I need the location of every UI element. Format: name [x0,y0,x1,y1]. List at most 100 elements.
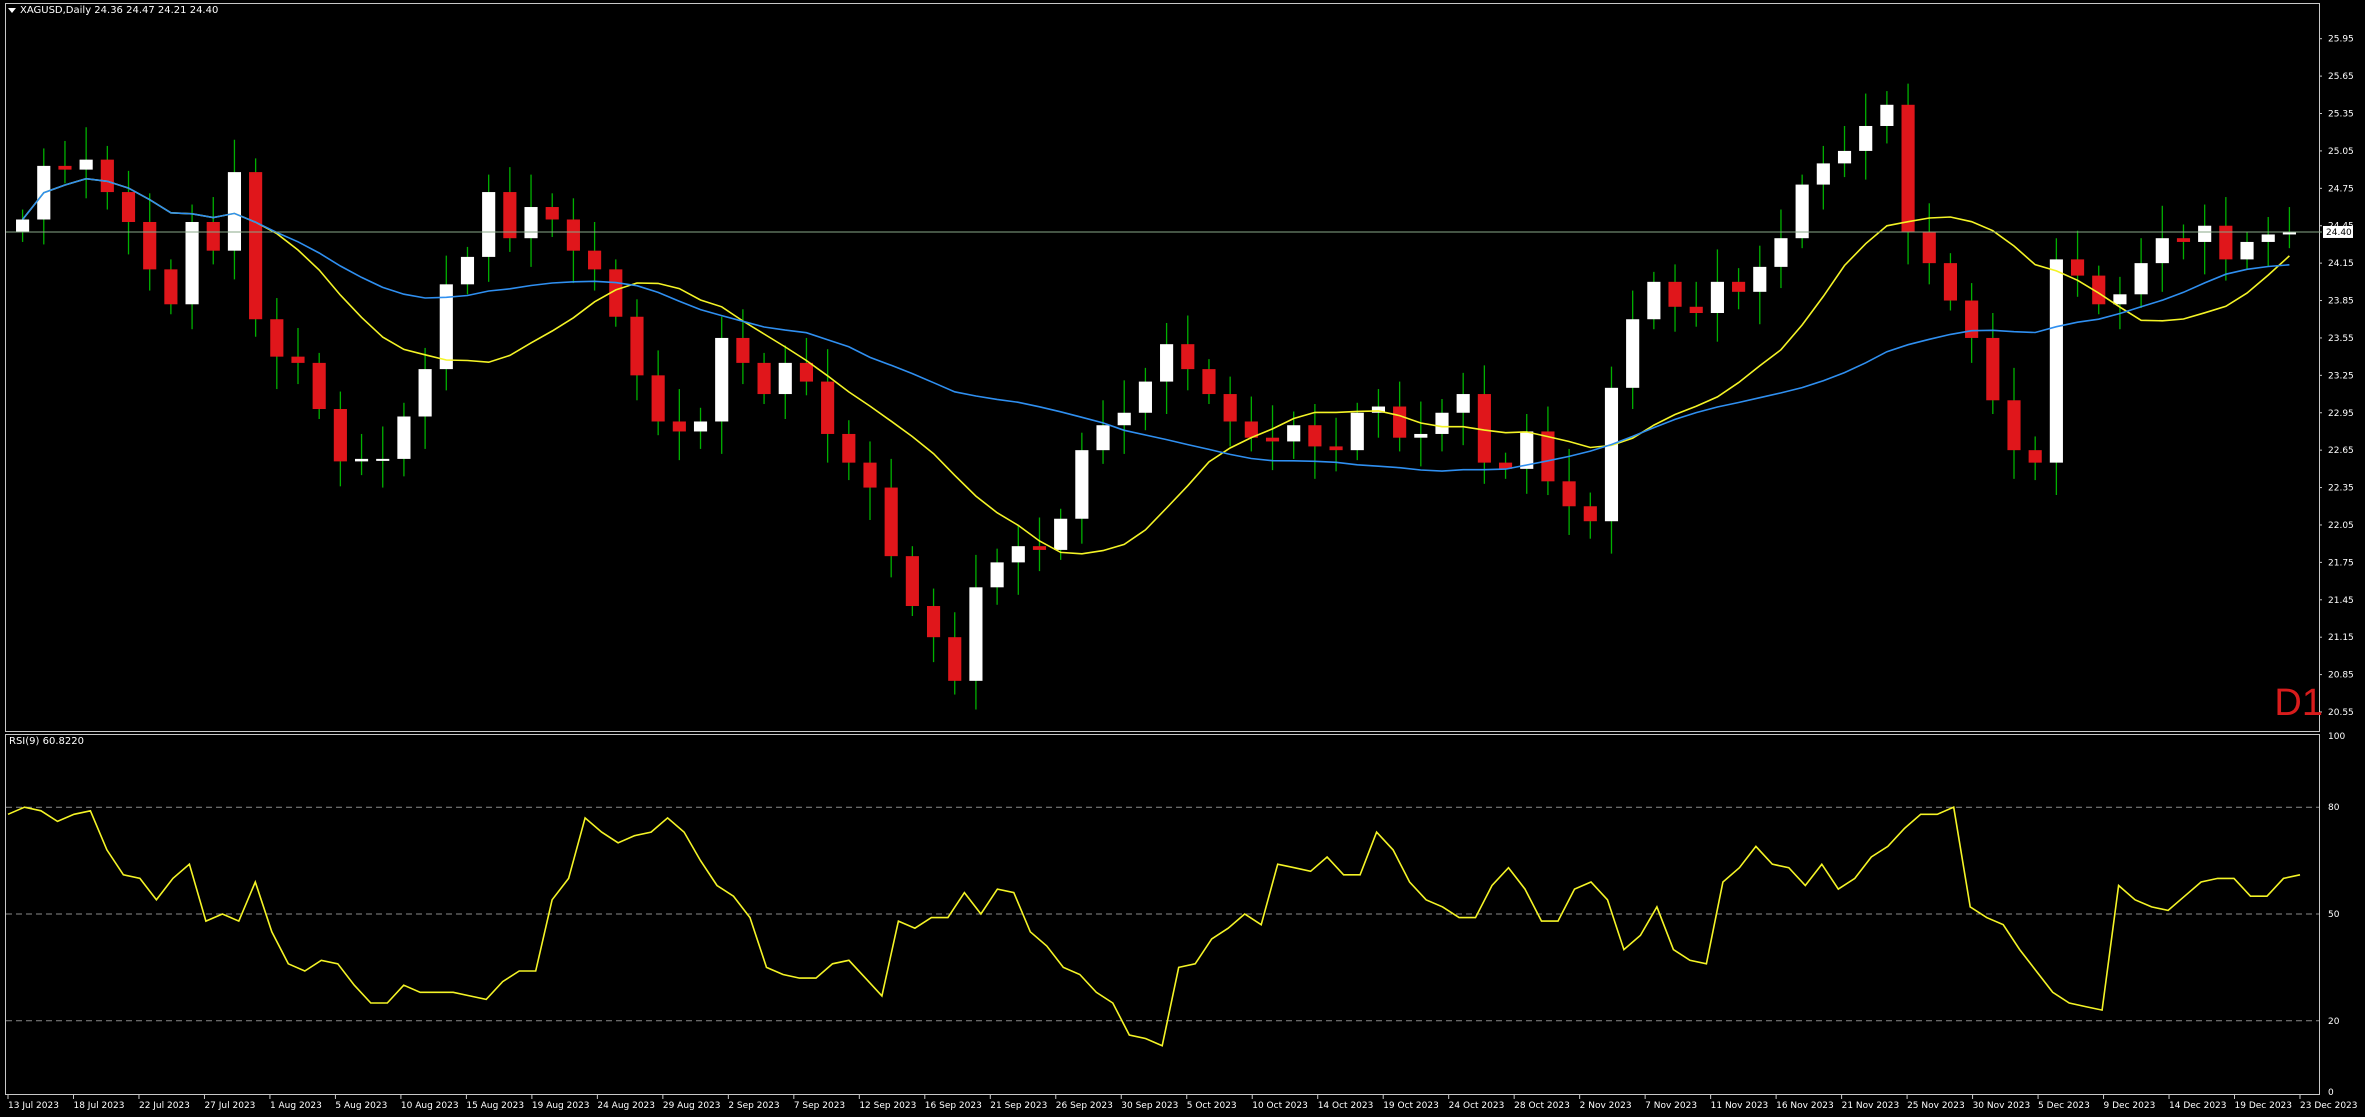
bear-candle [799,362,814,382]
bear-candle [1202,369,1216,395]
bear-candle [1562,481,1576,507]
bear-candle [333,409,347,462]
bull-candle [1880,104,1894,126]
bear-candle [842,433,856,463]
bull-candle [1075,450,1089,519]
date-tick-label: 10 Aug 2023 [401,1101,459,1111]
price-tick-label: 24.15 [2328,259,2354,269]
bear-candle [736,337,750,363]
bull-candle [990,562,1004,588]
moving-average-lines [21,177,2290,555]
bull-candle [2113,294,2127,305]
bull-candle [1138,381,1152,413]
bear-candle [926,606,941,638]
bear-candle [757,362,771,395]
date-tick-label: 10 Oct 2023 [1252,1101,1308,1111]
date-tick-label: 2 Sep 2023 [728,1101,779,1111]
bear-candle [100,159,114,193]
date-axis: 13 Jul 2023 18 Jul 2023 22 Jul 2023 27 Jul … [7,1095,2358,1111]
bear-candle [1032,546,1047,550]
ma-fast-line [21,177,2290,555]
rsi-tick-label: 80 [2328,803,2340,813]
date-tick-label: 24 Oct 2023 [1449,1101,1505,1111]
date-tick-label: 18 Jul 2023 [73,1101,124,1111]
bear-candle [1223,394,1237,422]
price-tick-label: 20.85 [2328,671,2354,681]
bull-candle [778,362,792,395]
date-tick-label: 5 Oct 2023 [1187,1101,1237,1111]
bear-candle [1181,344,1195,370]
symbol-header: XAGUSD,Daily 24.36 24.47 24.21 24.40 [8,5,218,16]
chart-window[interactable]: 25.9525.6525.3525.0524.7524.4524.1523.85… [0,0,2365,1117]
bear-candle [206,221,220,251]
bull-candle [2261,234,2275,242]
bull-candle [1837,150,1852,164]
price-tick-label: 20.55 [2328,708,2354,718]
bull-candle [1604,387,1619,522]
price-tick-label: 25.05 [2328,147,2354,157]
date-tick-label: 25 Nov 2023 [1907,1101,1965,1111]
bear-candle [121,192,136,222]
bear-candle [651,375,665,422]
rsi-tick-label: 50 [2328,910,2340,920]
bull-candle [693,421,708,432]
rsi-tick-label: 100 [2328,732,2345,742]
bull-candle [1774,238,1788,267]
price-tick-label: 25.65 [2328,72,2354,82]
rsi-tick-label: 20 [2328,1017,2340,1027]
rsi-axis: 100 80 50 20 0 [6,732,2345,1098]
date-tick-label: 7 Sep 2023 [794,1101,845,1111]
bear-candle [1583,506,1597,522]
bull-candle [524,207,538,239]
bear-candle [1943,263,1958,301]
bull-candle [1795,184,1809,239]
bull-candle [1435,412,1449,434]
bull-candle [1753,266,1767,292]
price-tick-label: 21.75 [2328,558,2354,568]
bear-candle [291,356,305,363]
chart-canvas[interactable]: 25.9525.6525.3525.0524.7524.4524.1523.85… [0,0,2365,1117]
price-tick-label: 23.85 [2328,297,2354,307]
date-tick-label: 24 Aug 2023 [597,1101,655,1111]
price-tick-label: 21.15 [2328,633,2354,643]
price-tick-label: 22.05 [2328,521,2354,531]
bull-candle [1160,344,1174,382]
collapse-triangle-icon[interactable] [8,7,16,13]
bear-candle [2219,225,2233,260]
bull-candle [1414,433,1428,438]
bull-candle [1011,546,1025,563]
bear-candle [1965,300,1979,338]
bear-candle [566,219,580,251]
bull-candle [2049,259,2063,463]
date-tick-label: 23 Dec 2023 [2300,1101,2358,1111]
bull-candle [1054,518,1068,550]
price-tick-label: 22.35 [2328,484,2354,494]
date-tick-label: 22 Jul 2023 [139,1101,190,1111]
bear-candle [1541,431,1555,482]
date-tick-label: 1 Aug 2023 [270,1101,322,1111]
bull-candle [1647,281,1661,320]
bear-candle [58,165,72,170]
date-tick-label: 16 Sep 2023 [925,1101,982,1111]
bear-candle [1732,281,1746,292]
bull-candle [418,369,432,417]
bull-candle [397,416,411,459]
current-price-label: 24.40 [2326,228,2352,238]
price-tick-label: 23.25 [2328,371,2354,381]
date-tick-label: 27 Jul 2023 [204,1101,255,1111]
bear-candle [143,221,157,270]
date-tick-label: 7 Nov 2023 [1645,1101,1697,1111]
date-tick-label: 13 Jul 2023 [8,1101,59,1111]
date-tick-label: 5 Aug 2023 [335,1101,387,1111]
bear-candle [821,381,835,434]
date-tick-label: 2 Nov 2023 [1580,1101,1632,1111]
bull-candle [1350,412,1364,451]
bear-candle [503,192,517,239]
bear-candle [1901,104,1915,232]
bear-candle [588,250,602,270]
price-tick-label: 22.65 [2328,446,2354,456]
bear-candle [1986,337,2000,401]
bull-candle [2155,238,2169,264]
bull-candle [1710,281,1724,314]
bull-candle [227,172,242,251]
